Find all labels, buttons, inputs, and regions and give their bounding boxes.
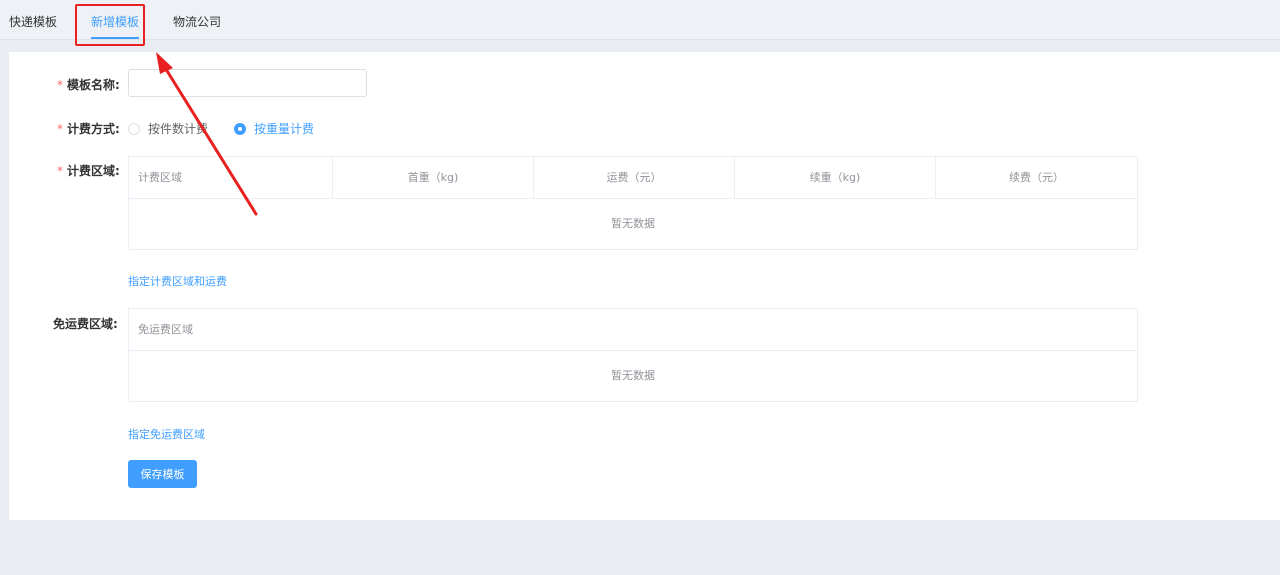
tab-add-template[interactable]: 新增模板	[91, 0, 139, 40]
tab-bar: 快递模板 新增模板 物流公司	[0, 0, 1280, 40]
column-header: 免运费区域	[138, 323, 193, 336]
table-header: 计费区域 首重（kg) 运费（元） 续重（kg) 续费（元）	[129, 157, 1137, 199]
tab-express-templates[interactable]: 快递模板	[9, 0, 57, 40]
required-mark: *	[57, 122, 63, 136]
template-name-input[interactable]	[128, 69, 367, 97]
free-region-table: 免运费区域 暂无数据	[128, 308, 1138, 402]
tab-logistics-companies[interactable]: 物流公司	[173, 0, 221, 40]
billing-method-label: * 计费方式:	[57, 122, 120, 136]
save-template-button[interactable]: 保存模板	[128, 460, 197, 488]
billing-region-table: 计费区域 首重（kg) 运费（元） 续重（kg) 续费（元） 暂无数据	[128, 156, 1138, 250]
template-name-label: * 模板名称:	[57, 78, 120, 92]
required-mark: *	[57, 78, 63, 92]
radio-by-piece[interactable]: 按件数计费	[128, 120, 208, 137]
radio-circle-icon	[128, 122, 140, 135]
radio-by-weight[interactable]: 按重量计费	[234, 120, 314, 137]
column-header: 续费（元）	[1009, 171, 1064, 184]
column-header: 计费区域	[129, 157, 333, 198]
active-tab-indicator	[91, 37, 139, 39]
column-header: 运费（元）	[534, 157, 735, 198]
table-header: 免运费区域	[129, 309, 1137, 351]
free-region-label: 免运费区域:	[53, 317, 118, 331]
add-free-region-link[interactable]: 指定免运费区域	[128, 426, 205, 442]
add-billing-region-link[interactable]: 指定计费区域和运费	[128, 273, 227, 289]
column-header: 首重（kg)	[333, 157, 534, 198]
required-mark: *	[57, 164, 63, 178]
column-header: 续重（kg)	[735, 157, 936, 198]
empty-text: 暂无数据	[611, 369, 655, 382]
radio-checked-icon	[234, 122, 246, 135]
template-form-panel: * 模板名称: * 计费方式: 按件数计费 按重量计费 * 计费区域: 计费区域 首重…	[9, 52, 1280, 520]
empty-text: 暂无数据	[611, 217, 655, 230]
billing-region-label: * 计费区域:	[57, 164, 120, 178]
